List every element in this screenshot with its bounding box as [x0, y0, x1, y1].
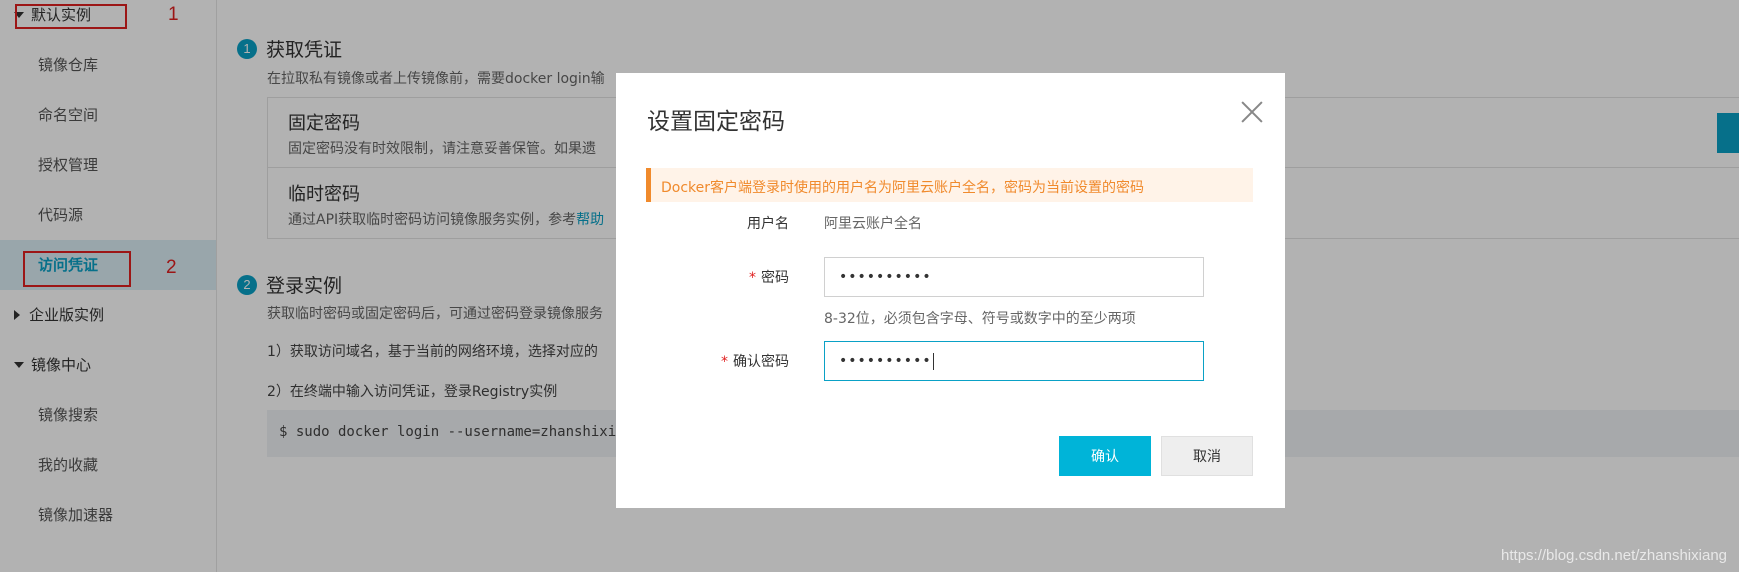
required-mark: * — [721, 354, 728, 370]
dialog-title: 设置固定密码 — [647, 109, 785, 135]
text-cursor — [932, 352, 934, 370]
required-mark: * — [749, 270, 756, 286]
info-alert: Docker客户端登录时使用的用户名为阿里云账户全名，密码为当前设置的密码 — [646, 168, 1253, 202]
alert-text: Docker客户端登录时使用的用户名为阿里云账户全名，密码为当前设置的密码 — [661, 180, 1145, 196]
confirm-password-value: •••••••••• — [839, 353, 932, 369]
cancel-button[interactable]: 取消 — [1161, 436, 1253, 476]
confirm-password-input[interactable]: •••••••••• — [824, 341, 1204, 381]
password-label-text: 密码 — [761, 270, 789, 286]
close-icon[interactable] — [1241, 101, 1263, 123]
username-label: 用户名 — [747, 216, 789, 232]
password-label: * 密码 — [654, 267, 789, 287]
confirm-password-label: * 确认密码 — [654, 351, 789, 371]
username-value: 阿里云账户全名 — [824, 216, 922, 232]
watermark: https://blog.csdn.net/zhanshixiang — [1501, 547, 1727, 564]
confirm-password-label-text: 确认密码 — [733, 354, 789, 370]
set-password-dialog: 设置固定密码 Docker客户端登录时使用的用户名为阿里云账户全名，密码为当前设… — [616, 73, 1285, 508]
confirm-button[interactable]: 确认 — [1059, 436, 1151, 476]
password-hint: 8-32位，必须包含字母、符号或数字中的至少两项 — [824, 311, 1136, 327]
password-input[interactable]: •••••••••• — [824, 257, 1204, 297]
